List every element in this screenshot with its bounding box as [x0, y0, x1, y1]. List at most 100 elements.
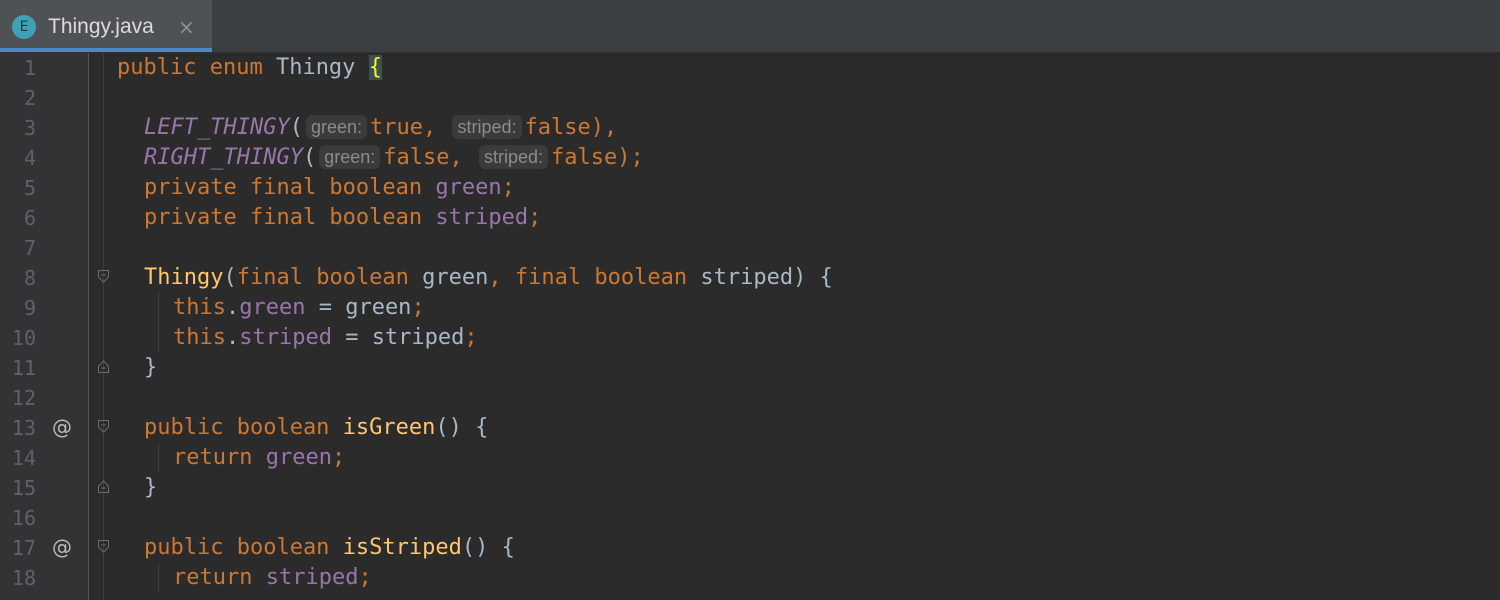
- type-name: Thingy: [275, 55, 356, 80]
- literal: true,: [370, 115, 437, 140]
- literal: false,: [383, 145, 463, 170]
- line-number: 11: [11, 356, 36, 380]
- line-number: 2: [23, 86, 36, 110]
- parameter-hint: striped:: [452, 115, 522, 139]
- field-name: striped: [435, 205, 529, 230]
- fold-open-icon[interactable]: [98, 270, 109, 283]
- method-name: isStriped: [342, 535, 462, 560]
- semicolon: ;: [528, 205, 542, 230]
- indent-guide: [158, 443, 159, 473]
- semicolon: ;: [411, 295, 425, 320]
- enum-constant: LEFT_THINGY: [144, 115, 290, 140]
- code-text: public enum Thingy {: [117, 53, 382, 83]
- field-name: green: [239, 295, 306, 320]
- fold-open-icon[interactable]: [98, 540, 109, 553]
- implements-method-marker-icon[interactable]: @: [52, 533, 72, 561]
- code-text: RIGHT_THINGY(green: false, striped: false)…: [144, 143, 644, 173]
- parameter-hint: green:: [305, 115, 367, 139]
- code-line: 8 Thingy(final boolean green, final bool…: [0, 263, 1500, 293]
- line-number: 5: [23, 176, 36, 200]
- paren: (: [289, 115, 303, 140]
- fold-open-icon[interactable]: [98, 420, 109, 433]
- code-text: }: [144, 353, 157, 383]
- code-line: 18 return striped;: [0, 563, 1500, 593]
- keyword: public enum: [117, 55, 263, 80]
- code-line: 2: [0, 83, 1500, 113]
- paren: (: [302, 145, 317, 170]
- code-line: 13 @ public boolean isGreen() {: [0, 413, 1500, 443]
- semicolon: ;: [331, 445, 346, 470]
- closing-brace: }: [144, 355, 158, 380]
- line-number: 16: [11, 506, 36, 530]
- line-number: 18: [11, 566, 36, 590]
- line-number: 1: [23, 56, 36, 80]
- fold-close-icon[interactable]: [98, 360, 109, 373]
- semicolon: ;: [501, 175, 515, 200]
- fold-close-icon[interactable]: [98, 480, 109, 493]
- tab-label: Thingy.java: [48, 15, 154, 38]
- code-text: public boolean isGreen() {: [144, 413, 488, 443]
- keyword: public boolean: [144, 535, 330, 560]
- field-name: striped: [265, 565, 359, 590]
- tab-thingy-java[interactable]: E Thingy.java ×: [0, 0, 212, 52]
- editor-tab-bar: E Thingy.java ×: [0, 0, 1500, 53]
- code-line: 15 }: [0, 473, 1500, 503]
- code-line: 6 private final boolean striped;: [0, 203, 1500, 233]
- line-number: 10: [11, 326, 36, 350]
- keyword: public boolean: [144, 415, 330, 440]
- literal: false: [524, 115, 591, 140]
- literal: false: [551, 145, 618, 170]
- constructor-name: Thingy: [144, 265, 224, 290]
- line-number: 8: [23, 266, 36, 290]
- code-text: return green;: [173, 443, 345, 473]
- keyword: final boolean: [236, 265, 409, 290]
- line-number: 9: [23, 296, 36, 320]
- method-name: isGreen: [342, 415, 436, 440]
- comma: ,: [488, 265, 502, 290]
- parameter-hint: green:: [319, 145, 381, 169]
- code-text: Thingy(final boolean green, final boolea…: [144, 263, 833, 293]
- line-number: 15: [11, 476, 36, 500]
- keyword: final boolean: [514, 265, 688, 290]
- parameter: striped: [700, 265, 794, 290]
- indent-guide: [158, 323, 159, 353]
- keyword: this: [173, 295, 226, 320]
- semicolon: ;: [358, 565, 372, 590]
- code-text: private final boolean green;: [144, 173, 515, 203]
- implements-method-marker-icon[interactable]: @: [52, 413, 72, 441]
- keyword: private final boolean: [144, 205, 423, 230]
- punctuation: ) {: [793, 265, 833, 290]
- code-line: 10 this.striped = striped;: [0, 323, 1500, 353]
- brace-highlight: {: [368, 55, 382, 80]
- dot: .: [225, 295, 240, 320]
- code-text: private final boolean striped;: [144, 203, 541, 233]
- field-name: green: [265, 445, 332, 470]
- enum-file-icon: E: [12, 15, 36, 39]
- code-line: 3 LEFT_THINGY(green: true, striped: false)…: [0, 113, 1500, 143]
- line-number: 13: [11, 416, 36, 440]
- close-icon[interactable]: ×: [178, 13, 195, 41]
- enum-constant: RIGHT_THINGY: [144, 145, 303, 170]
- field-name: green: [435, 175, 502, 200]
- code-text: this.striped = striped;: [173, 323, 478, 353]
- line-number: 6: [23, 206, 36, 230]
- code-text: public boolean isStriped() {: [144, 533, 515, 563]
- field-name: striped: [239, 325, 332, 350]
- code-line: 14 return green;: [0, 443, 1500, 473]
- code-editor[interactable]: 1 public enum Thingy { 2 3 LEFT_THINGY(g…: [0, 53, 1500, 600]
- code-text: this.green = green;: [173, 293, 425, 323]
- parameter-hint: striped:: [478, 145, 549, 169]
- code-line: 11 }: [0, 353, 1500, 383]
- line-number: 17: [11, 536, 36, 560]
- indent-guide: [158, 563, 159, 593]
- closing-brace: }: [144, 475, 158, 500]
- code-line: 4 RIGHT_THINGY(green: false, striped: fals…: [0, 143, 1500, 173]
- line-number: 7: [23, 236, 36, 260]
- code-line: 17 @ public boolean isStriped() {: [0, 533, 1500, 563]
- punctuation: ),: [590, 115, 618, 140]
- code-line: 1 public enum Thingy {: [0, 53, 1500, 83]
- punctuation: );: [617, 145, 644, 170]
- keyword: private final boolean: [144, 175, 423, 200]
- assignment: = striped: [331, 325, 465, 350]
- parameter: green: [422, 265, 489, 290]
